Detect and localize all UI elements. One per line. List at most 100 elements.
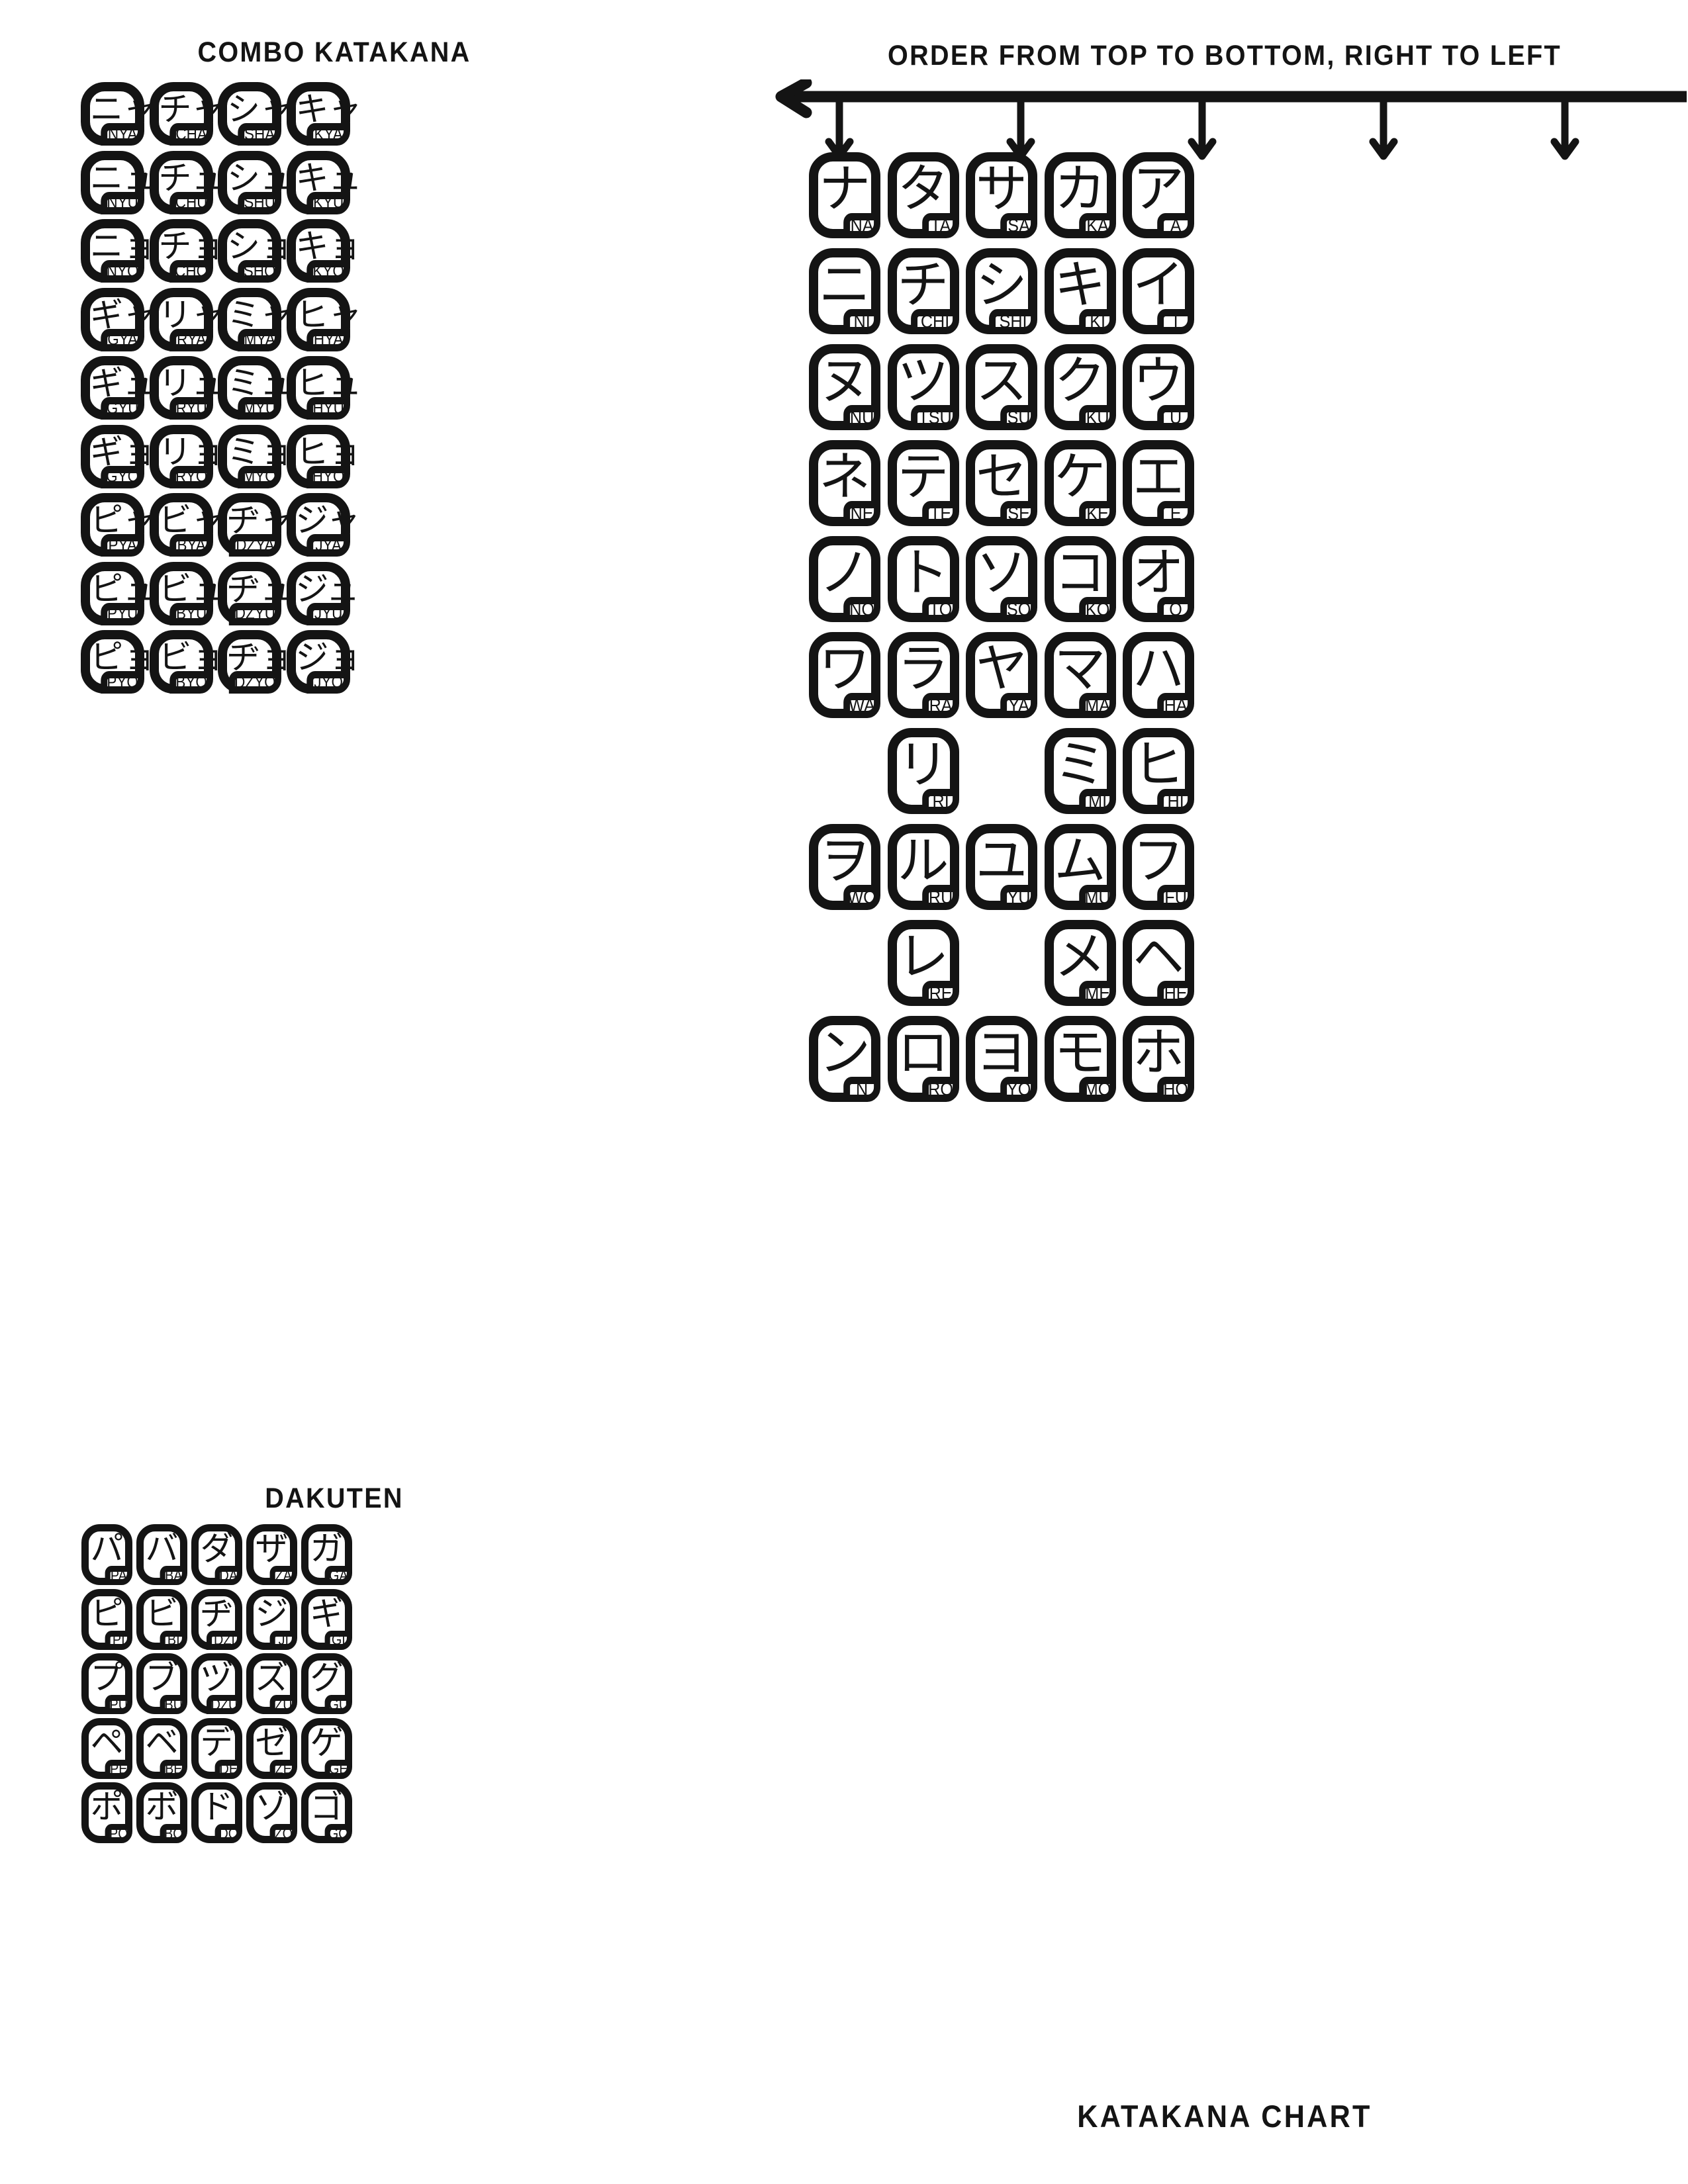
kana-cell[interactable]: ペ PE xyxy=(81,1717,132,1779)
kana-cell[interactable]: チ CHI xyxy=(887,248,959,334)
kana-cell[interactable]: チョ CHO xyxy=(149,219,225,283)
kana-cell[interactable]: ビョ BYO xyxy=(149,630,225,694)
kana-cell[interactable]: ビ BI xyxy=(136,1588,187,1650)
kana-cell[interactable]: ベ BE xyxy=(136,1717,187,1779)
kana-cell[interactable]: ミュ MYU xyxy=(218,356,293,420)
kana-cell[interactable]: モ MO xyxy=(1044,1016,1116,1102)
kana-cell[interactable]: ヒュ HYU xyxy=(286,356,362,420)
kana-cell[interactable]: ヂャ DZYA xyxy=(218,493,293,557)
kana-cell[interactable]: ニュ NYU xyxy=(81,150,156,214)
kana-cell[interactable]: ポ PO xyxy=(81,1782,132,1843)
kana-cell[interactable]: オO xyxy=(1123,536,1194,622)
kana-cell[interactable]: ド DO xyxy=(191,1782,242,1843)
kana-cell[interactable]: ネ NE xyxy=(809,440,880,526)
kana-cell[interactable]: ヒ HI xyxy=(1123,728,1194,814)
kana-cell[interactable]: ケ KE xyxy=(1044,440,1116,526)
kana-cell[interactable]: リョ RYO xyxy=(149,424,225,488)
kana-cell[interactable]: サ SA xyxy=(966,152,1037,238)
kana-cell[interactable]: ム MU xyxy=(1044,824,1116,910)
kana-cell[interactable]: ビュ BYU xyxy=(149,561,225,625)
kana-cell[interactable]: ダ DA xyxy=(191,1524,242,1585)
kana-cell[interactable]: ヂョ DZYO xyxy=(218,630,293,694)
kana-cell[interactable]: ギ GI xyxy=(301,1588,352,1650)
kana-cell[interactable]: シャ SHA xyxy=(218,82,293,146)
kana-cell[interactable]: パ PA xyxy=(81,1524,132,1585)
kana-cell[interactable]: ボ BO xyxy=(136,1782,187,1843)
kana-cell[interactable]: ミ MI xyxy=(1044,728,1116,814)
kana-cell[interactable]: カ KA xyxy=(1044,152,1116,238)
kana-cell[interactable]: ヌ NU xyxy=(809,344,880,430)
kana-cell[interactable]: キャ KYA xyxy=(286,82,362,146)
kana-cell[interactable]: チャ CHA xyxy=(149,82,224,146)
kana-cell[interactable]: ト TO xyxy=(887,536,959,622)
kana-cell[interactable]: セ SE xyxy=(966,440,1037,526)
kana-cell[interactable]: フ FU xyxy=(1123,824,1194,910)
kana-cell[interactable]: ショ SHO xyxy=(218,219,293,283)
kana-cell[interactable]: プ PU xyxy=(81,1653,132,1714)
kana-cell[interactable]: ピョ PYO xyxy=(81,630,156,694)
kana-cell[interactable]: ゴ GO xyxy=(301,1782,352,1843)
kana-cell[interactable]: キ KI xyxy=(1044,248,1116,334)
kana-cell[interactable]: ゲ GE xyxy=(301,1717,352,1779)
kana-cell[interactable]: ピュ PYU xyxy=(81,561,156,625)
kana-cell[interactable]: アA xyxy=(1123,152,1194,238)
kana-cell[interactable]: ブ BU xyxy=(136,1653,187,1714)
kana-cell[interactable]: ヂ DZI xyxy=(191,1588,242,1650)
kana-cell[interactable]: ヘ HE xyxy=(1123,920,1194,1006)
kana-cell[interactable]: ニョ NYO xyxy=(81,219,156,283)
kana-cell[interactable]: ロ RO xyxy=(887,1016,959,1102)
kana-cell[interactable]: ニ NI xyxy=(809,248,880,334)
kana-cell[interactable]: ガ GA xyxy=(301,1524,352,1585)
kana-cell[interactable]: テ TE xyxy=(887,440,959,526)
kana-cell[interactable]: ウU xyxy=(1123,344,1194,430)
kana-cell[interactable]: ジュ JYU xyxy=(286,561,359,625)
kana-cell[interactable]: ジ JI xyxy=(246,1588,297,1650)
kana-cell[interactable]: ジャ JYA xyxy=(286,493,360,557)
kana-cell[interactable]: ミャ MYA xyxy=(218,287,293,351)
kana-cell[interactable]: イI xyxy=(1123,248,1194,334)
kana-cell[interactable]: シュ SHU xyxy=(218,150,293,214)
kana-cell[interactable]: ギュ GYU xyxy=(81,356,156,420)
kana-cell[interactable]: ンN xyxy=(809,1016,880,1102)
kana-cell[interactable]: ピ PI xyxy=(81,1588,132,1650)
kana-cell[interactable]: ギョ GYO xyxy=(81,424,156,488)
kana-cell[interactable]: ル RU xyxy=(887,824,959,910)
kana-cell[interactable]: ラ RA xyxy=(887,632,959,718)
kana-cell[interactable]: ズ ZU xyxy=(246,1653,297,1714)
kana-cell[interactable]: チュ CHU xyxy=(149,150,225,214)
kana-cell[interactable]: ヒョ HYO xyxy=(286,424,362,488)
kana-cell[interactable]: ツ TSU xyxy=(887,344,959,430)
kana-cell[interactable]: キュ KYU xyxy=(286,150,362,214)
kana-cell[interactable]: リ RI xyxy=(887,728,959,814)
kana-cell[interactable]: ヲ WO xyxy=(809,824,880,910)
kana-cell[interactable]: ミョ MYO xyxy=(218,424,293,488)
kana-cell[interactable]: ナ NA xyxy=(809,152,880,238)
kana-cell[interactable]: ヤ YA xyxy=(966,632,1037,718)
kana-cell[interactable]: ゾ ZO xyxy=(246,1782,297,1843)
kana-cell[interactable]: ピャ PYA xyxy=(81,493,156,557)
kana-cell[interactable]: ス SU xyxy=(966,344,1037,430)
kana-cell[interactable]: ワ WA xyxy=(809,632,880,718)
kana-cell[interactable]: シ SHI xyxy=(966,248,1037,334)
kana-cell[interactable]: キョ KYO xyxy=(286,219,362,283)
kana-cell[interactable]: エE xyxy=(1123,440,1194,526)
kana-cell[interactable]: ホ HO xyxy=(1123,1016,1194,1102)
kana-cell[interactable]: バ BA xyxy=(136,1524,187,1585)
kana-cell[interactable]: ソ SO xyxy=(966,536,1037,622)
kana-cell[interactable]: デ DE xyxy=(191,1717,242,1779)
kana-cell[interactable]: ニャ NYA xyxy=(81,82,156,146)
kana-cell[interactable]: ギャ GYA xyxy=(81,287,156,351)
kana-cell[interactable]: レ RE xyxy=(887,920,959,1006)
kana-cell[interactable]: ヅ DZU xyxy=(191,1653,242,1714)
kana-cell[interactable]: ハ HA xyxy=(1123,632,1194,718)
kana-cell[interactable]: コ KO xyxy=(1044,536,1116,622)
kana-cell[interactable]: ビャ BYA xyxy=(149,493,225,557)
kana-cell[interactable]: グ GU xyxy=(301,1653,352,1714)
kana-cell[interactable]: ノ NO xyxy=(809,536,880,622)
kana-cell[interactable]: ゼ ZE xyxy=(246,1717,297,1779)
kana-cell[interactable]: ヒャ HYA xyxy=(286,287,362,351)
kana-cell[interactable]: リュ RYU xyxy=(149,356,225,420)
kana-cell[interactable]: ヂュ DZYU xyxy=(218,561,293,625)
kana-cell[interactable]: リャ RYA xyxy=(149,287,225,351)
kana-cell[interactable]: ジョ JYO xyxy=(286,630,362,694)
